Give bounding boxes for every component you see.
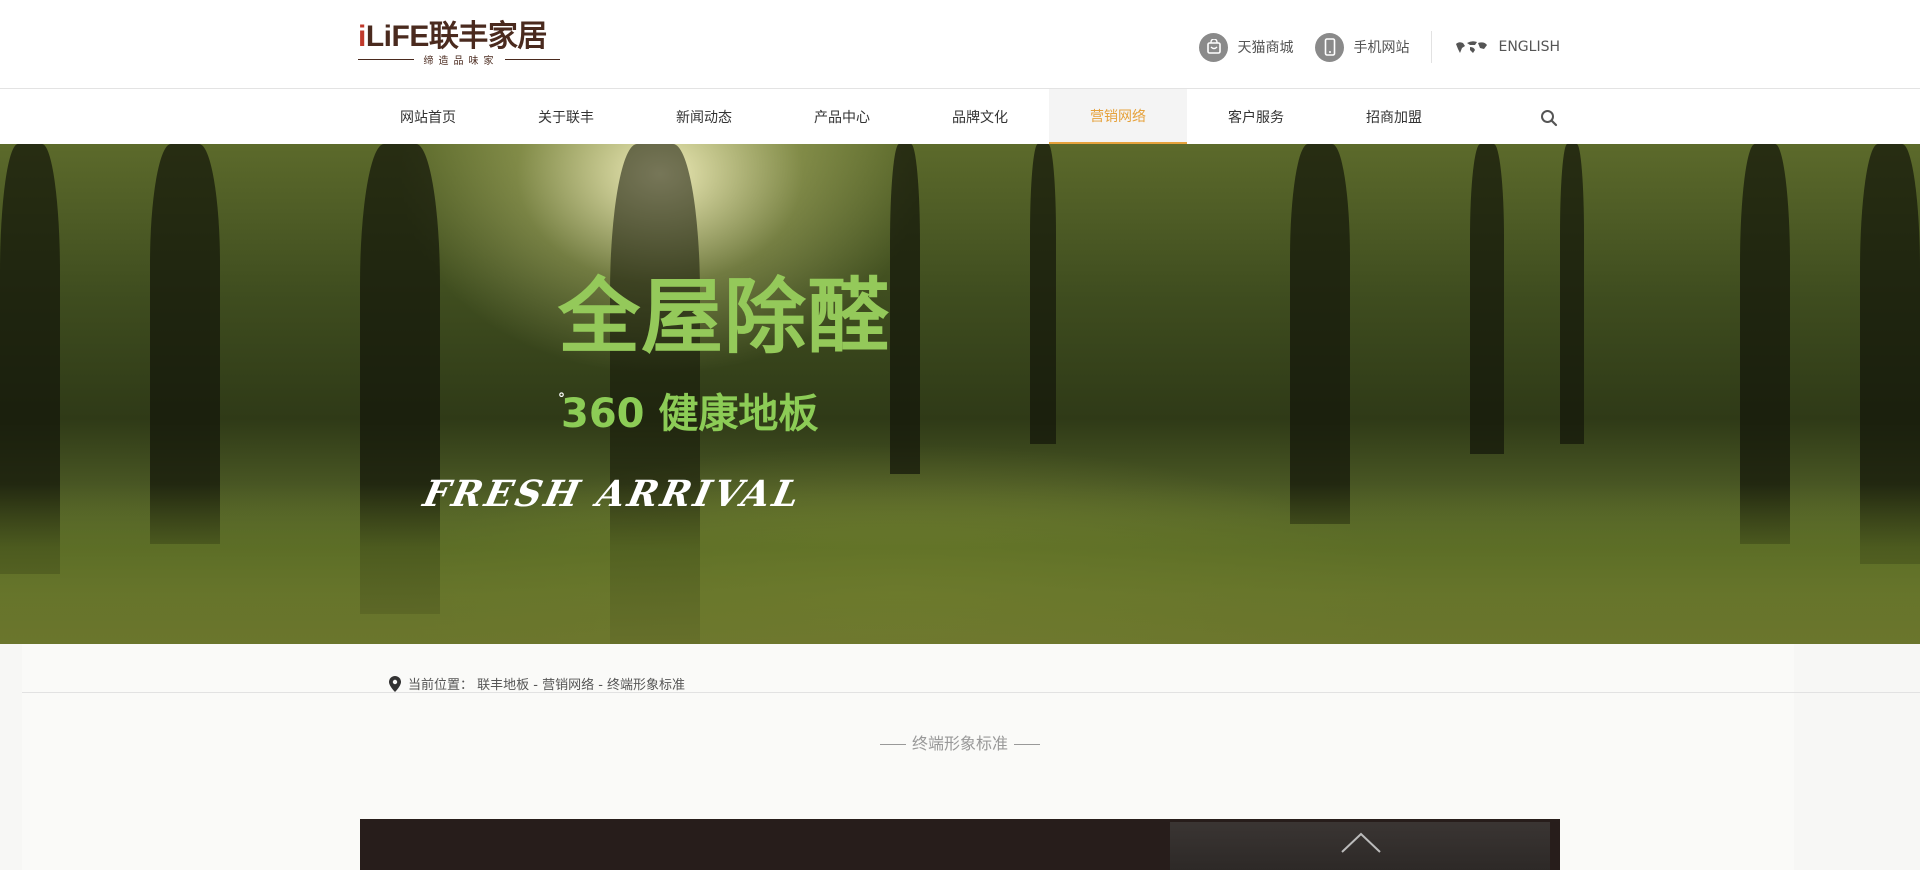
tree-trunk [1470, 144, 1504, 454]
location-pin-icon [389, 675, 401, 692]
main-navigation: 网站首页 关于联丰 新闻动态 产品中心 品牌文化 营销网络 客户服务 招商加盟 [0, 89, 1920, 144]
nav-item-brand-culture[interactable]: 品牌文化 [911, 89, 1049, 144]
banner-degree-mark: ° [558, 391, 565, 407]
breadcrumb: 当前位置： 联丰地板 - 营销网络 - 终端形象标准 [389, 674, 685, 693]
logo-tagline: 缔造品味家 [423, 55, 499, 67]
nav-item-products[interactable]: 产品中心 [773, 89, 911, 144]
nav-item-customer-service[interactable]: 客户服务 [1187, 89, 1325, 144]
logo-line-left [358, 58, 414, 60]
top-header: iLiFE联丰家居 缔造品味家 天猫商城 手机网站 ENGLISH [0, 0, 1920, 89]
banner-script-text: FRESH ARRIVAL [419, 473, 806, 515]
breadcrumb-text[interactable]: 当前位置： 联丰地板 - 营销网络 - 终端形象标准 [408, 674, 685, 693]
banner-subtitle: 360 健康地板 [561, 391, 819, 437]
logo-name: LiFE联丰家居 [365, 20, 548, 53]
mobile-site-link[interactable]: 手机网站 [1315, 32, 1410, 62]
hero-banner[interactable]: 全屋除醛 °360 健康地板 FRESH ARRIVAL [0, 144, 1920, 644]
logo-prefix: i [358, 20, 366, 53]
content-area: 当前位置： 联丰地板 - 营销网络 - 终端形象标准 终端形象标准 [0, 644, 1920, 870]
brand-logo[interactable]: iLiFE联丰家居 缔造品味家 [358, 20, 560, 68]
nav-item-about[interactable]: 关于联丰 [497, 89, 635, 144]
logo-line-right [504, 58, 560, 60]
section-title-row: 终端形象标准 [0, 730, 1920, 754]
banner-title: 全屋除醛 [558, 270, 891, 365]
world-map-icon [1456, 41, 1488, 53]
tree-trunk [890, 144, 920, 474]
title-dash-left [879, 744, 906, 745]
title-dash-right [1014, 744, 1040, 745]
nav-item-franchise[interactable]: 招商加盟 [1325, 89, 1463, 144]
tmall-store-link[interactable]: 天猫商城 [1199, 32, 1294, 62]
nav-item-sales-network[interactable]: 营销网络 [1049, 89, 1187, 144]
nav-item-home[interactable]: 网站首页 [359, 89, 497, 144]
english-link[interactable]: ENGLISH [1454, 39, 1560, 55]
tree-trunk [1560, 144, 1584, 444]
nav-item-news[interactable]: 新闻动态 [635, 89, 773, 144]
section-title: 终端形象标准 [911, 734, 1008, 753]
tree-trunk [1290, 144, 1350, 524]
tmall-bag-icon [1199, 32, 1229, 62]
grass-foreground [0, 484, 1920, 644]
chevron-up-icon[interactable] [1340, 832, 1382, 854]
breadcrumb-divider [22, 692, 1920, 693]
search-icon[interactable] [1540, 109, 1558, 127]
top-links: 天猫商城 手机网站 ENGLISH [1177, 31, 1560, 63]
english-label: ENGLISH [1498, 39, 1560, 55]
tmall-store-label: 天猫商城 [1237, 40, 1294, 56]
nav-items: 网站首页 关于联丰 新闻动态 产品中心 品牌文化 营销网络 客户服务 招商加盟 [359, 89, 1463, 144]
mobile-phone-icon [1315, 32, 1345, 62]
banner-subtitle-row: °360 健康地板 [558, 390, 818, 447]
tree-trunk [1030, 144, 1056, 444]
logo-tagline-row: 缔造品味家 [358, 52, 560, 67]
top-links-divider [1431, 31, 1433, 63]
mobile-site-label: 手机网站 [1353, 40, 1410, 56]
